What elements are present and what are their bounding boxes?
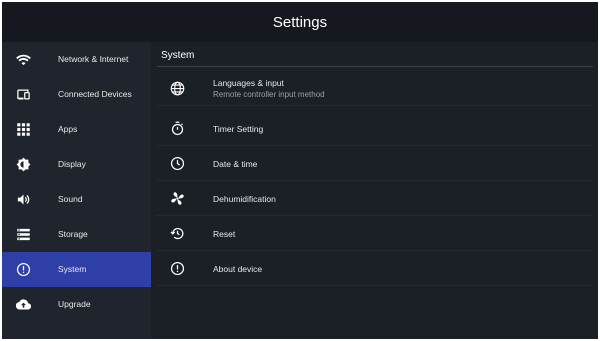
sidebar-item-label: Display [58,159,86,169]
setting-row-label: Languages & input [213,78,284,88]
section-divider [157,66,593,67]
tv-screen: Settings Network & Internet Connected De… [2,2,598,339]
sidebar-item-system[interactable]: System [2,252,151,287]
info-icon [170,261,185,276]
setting-row-reset[interactable]: Reset [151,216,598,251]
sidebar-item-upgrade[interactable]: Upgrade [2,287,151,322]
settings-panel: System Languages & input Remote controll… [151,42,598,339]
setting-row-date-time[interactable]: Date & time [151,146,598,181]
setting-row-timer[interactable]: Timer Setting [151,111,598,146]
cloud-upload-icon [16,297,31,312]
sidebar-item-label: Upgrade [58,299,91,309]
info-icon [16,262,31,277]
sidebar-item-label: Sound [58,194,83,204]
sidebar-item-label: Network & Internet [58,54,129,64]
brightness-icon [16,157,31,172]
sidebar-item-connected-devices[interactable]: Connected Devices [2,77,151,112]
sidebar-item-storage[interactable]: Storage [2,217,151,252]
sidebar-item-network[interactable]: Network & Internet [2,42,151,77]
speaker-icon [16,192,31,207]
setting-row-label: Timer Setting [213,124,264,134]
restore-icon [170,226,185,241]
sidebar-item-label: Apps [58,124,78,134]
section-title: System [161,50,195,61]
fan-icon [170,191,185,206]
clock-icon [170,156,185,171]
sidebar-item-display[interactable]: Display [2,147,151,182]
setting-row-sublabel: Remote controller input method [213,90,325,99]
wifi-icon [16,52,31,67]
storage-icon [16,227,31,242]
title-bar: Settings [2,2,598,42]
sidebar: Network & Internet Connected Devices App… [2,42,151,339]
globe-icon [170,81,185,96]
setting-row-label: About device [213,264,263,274]
setting-row-languages[interactable]: Languages & input Remote controller inpu… [151,71,598,106]
setting-row-label: Date & time [213,159,258,169]
setting-row-dehumidification[interactable]: Dehumidification [151,181,598,216]
sidebar-item-label: Storage [58,229,88,239]
stopwatch-icon [170,121,185,136]
setting-row-about-device[interactable]: About device [151,251,598,286]
sidebar-item-sound[interactable]: Sound [2,182,151,217]
page-title: Settings [272,13,328,31]
connected-devices-icon [16,87,31,102]
setting-row-label: Dehumidification [213,194,276,204]
sidebar-item-label: Connected Devices [58,89,132,99]
apps-grid-icon [16,122,31,137]
sidebar-item-apps[interactable]: Apps [2,112,151,147]
sidebar-item-label: System [58,264,87,274]
setting-row-label: Reset [213,229,236,239]
